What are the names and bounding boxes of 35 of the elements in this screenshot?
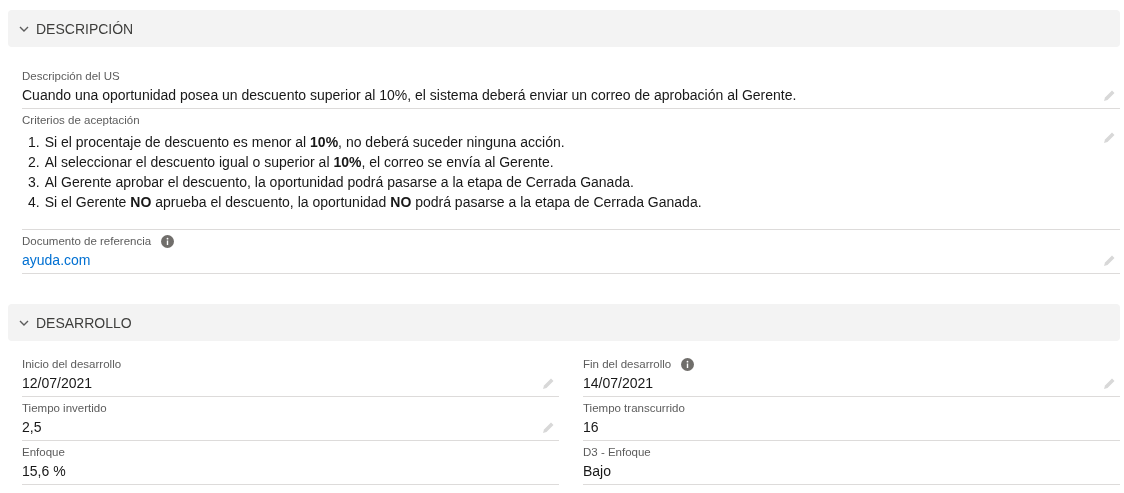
list-number: 2. (28, 153, 40, 172)
field-value: Cuando una oportunidad posea un descuento superior al 10%, el sistema deberá enviar un correo de aprobación al Gerente. (22, 86, 798, 105)
field-value: 14/07/2021 (583, 374, 655, 393)
field-label: Tiempo invertido (22, 401, 107, 416)
field-label: Tiempo transcurrido (583, 401, 685, 416)
field-label: Inicio del desarrollo (22, 357, 122, 372)
list-number: 3. (28, 173, 40, 192)
list-number: 1. (28, 133, 40, 152)
section-header[interactable]: DESCRIPCIÓN (8, 10, 1120, 47)
edit-pencil-icon[interactable] (1103, 377, 1116, 390)
field-value: 16 (583, 418, 600, 437)
field-value: 2,5 (22, 418, 43, 437)
field-value: 12/07/2021 (22, 374, 94, 393)
field-label: Fin del desarrollo (583, 357, 672, 372)
criteria-item: Si el Gerente NO aprueba el descuento, la oportunidad NO podrá pasarse a la etapa de Cerrada Ganada. (44, 193, 702, 212)
field-label: Criterios de aceptación (22, 113, 140, 128)
edit-pencil-icon[interactable] (1103, 89, 1116, 102)
list-number: 4. (28, 193, 40, 212)
criteria-item: Al Gerente aprobar el descuento, la oportunidad podrá pasarse a la etapa de Cerrada Ganada. (44, 173, 634, 192)
field-label: D3 - Enfoque (583, 445, 651, 460)
edit-pencil-icon[interactable] (542, 377, 555, 390)
section-header[interactable]: DESARROLLO (8, 304, 1120, 341)
field-label: Descripción del US (22, 69, 120, 84)
field-label: Enfoque (22, 445, 65, 460)
field-value: 15,6 % (22, 462, 67, 481)
field-label: Documento de referencia (22, 234, 152, 249)
edit-pencil-icon[interactable] (1103, 131, 1116, 144)
edit-pencil-icon[interactable] (542, 421, 555, 434)
edit-pencil-icon[interactable] (1103, 254, 1116, 267)
criteria-item: Si el procentaje de descuento es menor al 10%, no deberá suceder ninguna acción. (44, 133, 565, 152)
info-icon[interactable] (161, 235, 175, 248)
info-icon[interactable] (681, 358, 695, 371)
reference-link[interactable]: ayuda.com (22, 251, 1092, 270)
field-value: Bajo (583, 462, 613, 481)
criteria-item: Al seleccionar el descuento igual o superior al 10%, el correo se envía al Gerente. (44, 153, 554, 172)
